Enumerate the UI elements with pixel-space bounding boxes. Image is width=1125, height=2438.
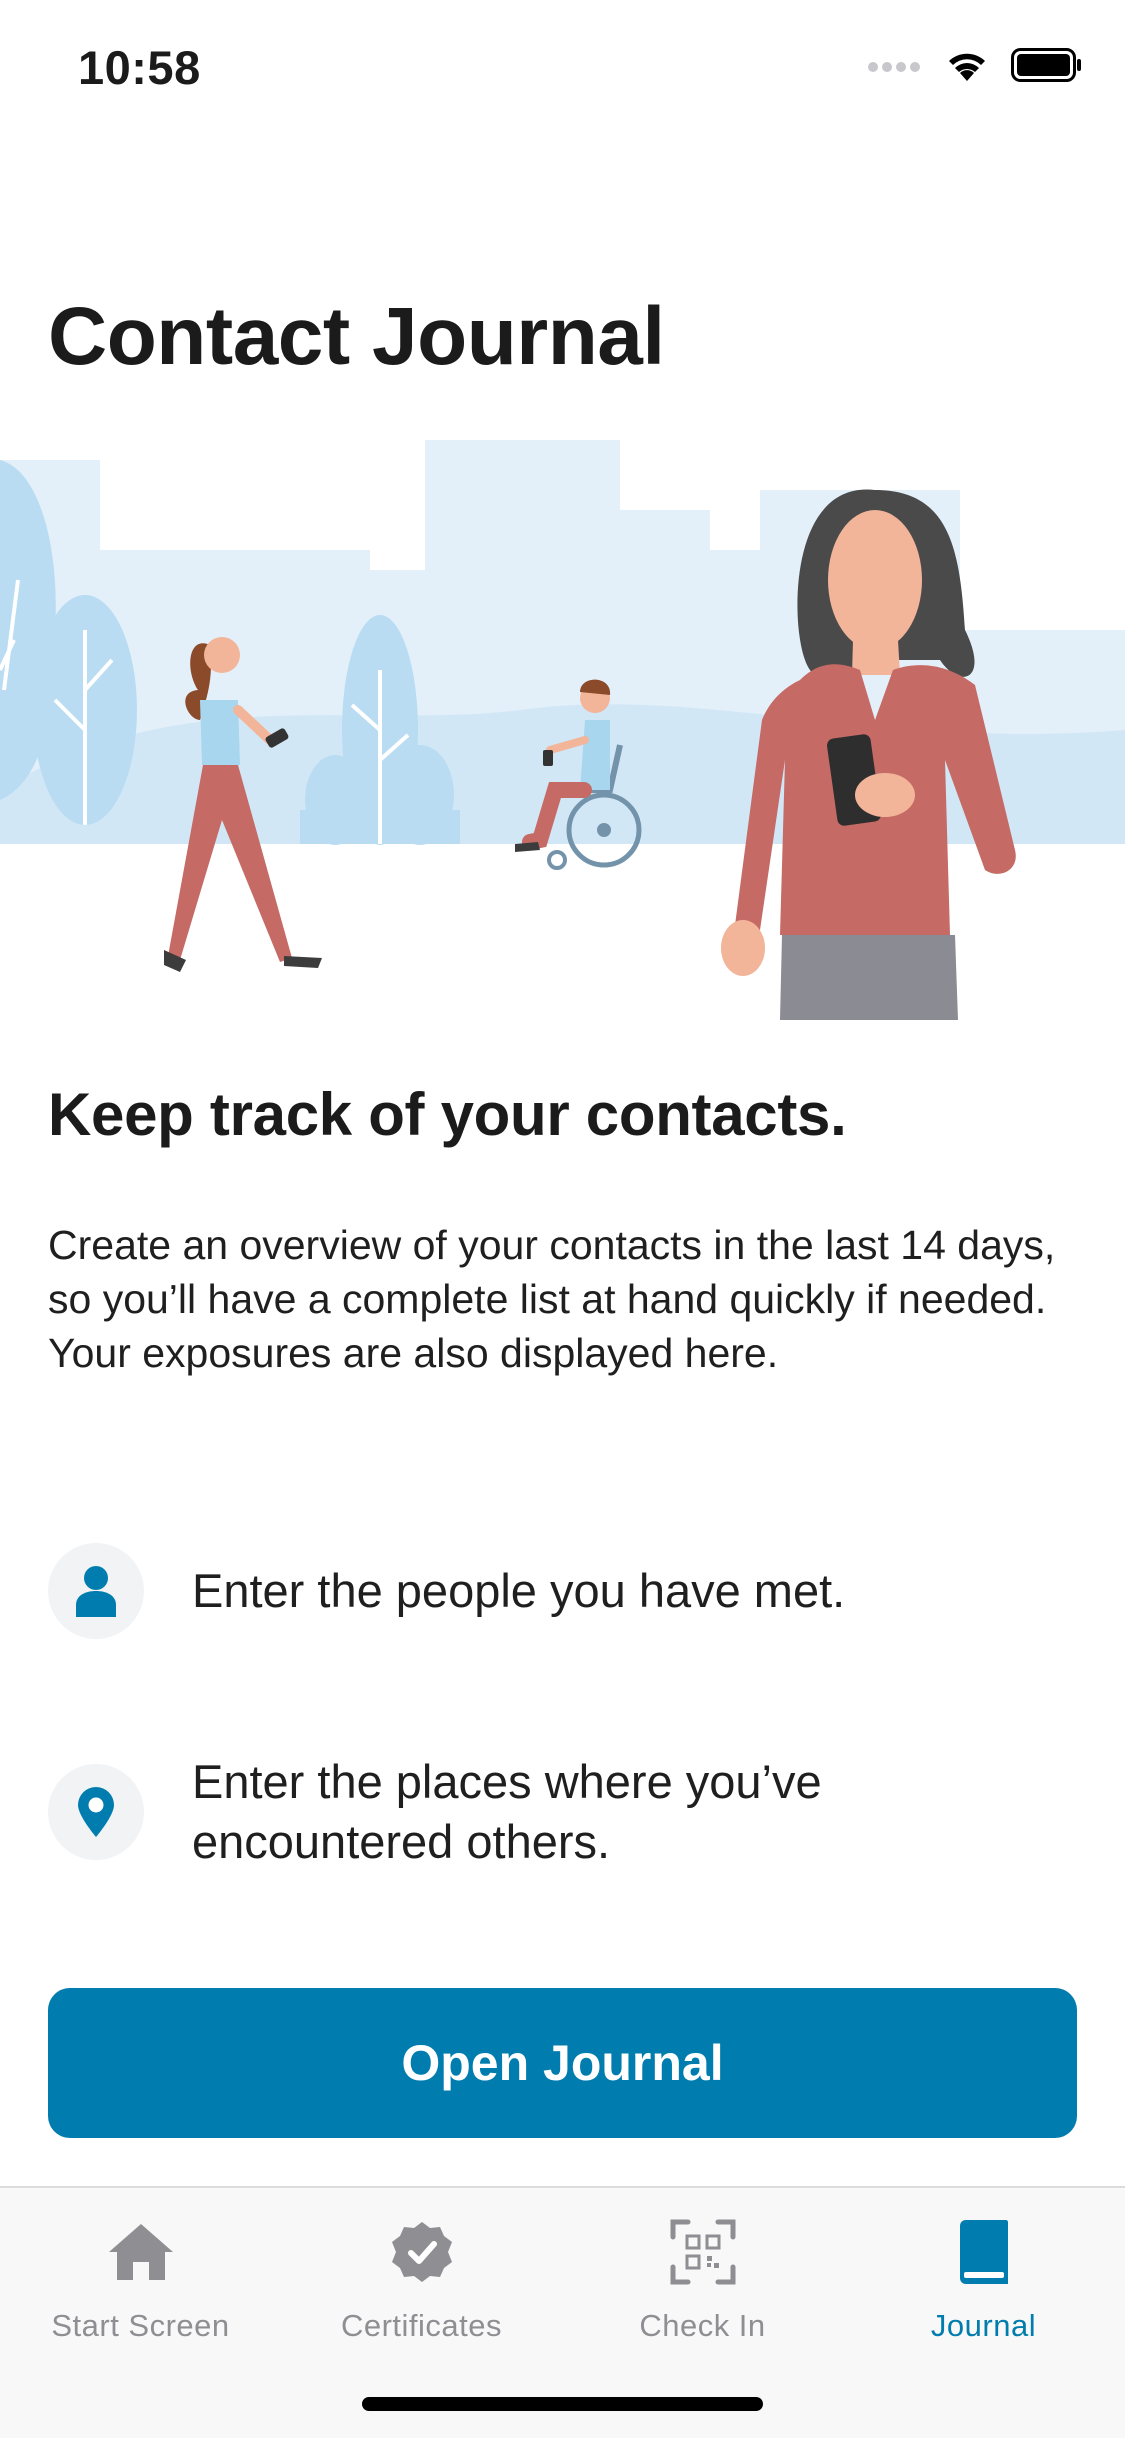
tab-label: Certificates [340, 2308, 503, 2343]
home-indicator[interactable] [362, 2397, 763, 2411]
certificate-badge-icon [382, 2212, 462, 2292]
home-icon [101, 2212, 181, 2292]
tab-certificates[interactable]: Certificates [281, 2212, 562, 2344]
tab-label: Start Screen [51, 2308, 230, 2343]
status-bar: 10:58 [0, 0, 1125, 135]
book-icon [944, 2212, 1024, 2292]
wifi-icon [949, 53, 985, 81]
tab-check-in[interactable]: Check In [562, 2212, 843, 2344]
contact-journal-illustration [0, 440, 1125, 1020]
tab-journal[interactable]: Journal [843, 2212, 1124, 2344]
cellular-signal-icon [868, 62, 920, 72]
tab-start-screen[interactable]: Start Screen [0, 2212, 281, 2344]
person-icon [48, 1543, 144, 1639]
status-time: 10:58 [78, 41, 201, 94]
hero-illustration [0, 430, 1125, 1030]
section-headline: Keep track of your contacts. [48, 1081, 847, 1148]
status-icons [867, 48, 1083, 82]
tab-label: Journal [930, 2308, 1037, 2343]
feature-text: Enter the people you have met. [192, 1564, 846, 1617]
battery-icon [1011, 48, 1081, 82]
open-journal-button[interactable]: Open Journal [48, 1988, 1077, 2138]
feature-item-places: Enter the places where you’ve encountere… [48, 1752, 1088, 1872]
feature-item-people: Enter the people you have met. [48, 1543, 1088, 1639]
feature-text: Enter the places where you’ve encountere… [192, 1755, 822, 1868]
qr-code-icon [663, 2212, 743, 2292]
location-pin-icon [48, 1764, 144, 1860]
tab-label: Check In [639, 2308, 766, 2343]
description-text: Create an overview of your contacts in t… [48, 1222, 1056, 1376]
page-title: Contact Journal [48, 291, 665, 382]
